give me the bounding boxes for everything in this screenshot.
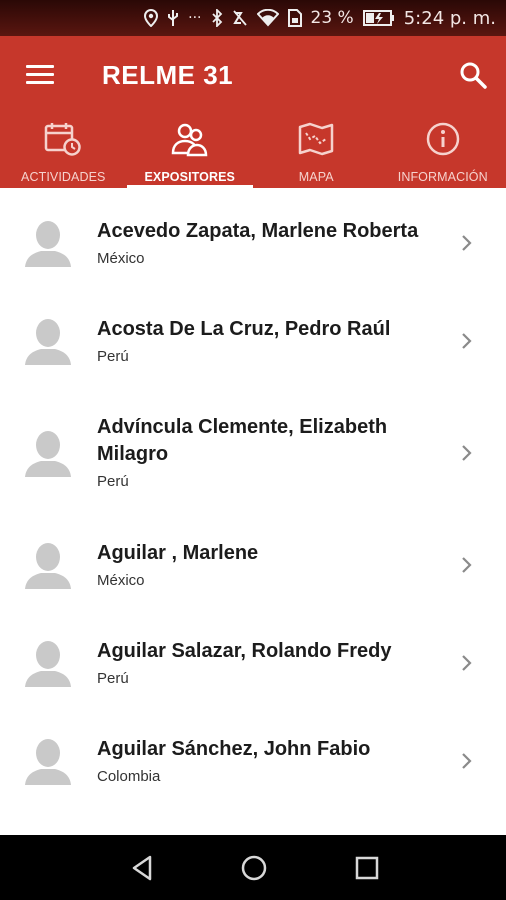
- search-icon[interactable]: [458, 60, 488, 90]
- speaker-name: Aguilar Sánchez, John Fabio: [97, 738, 371, 760]
- speaker-name-continued: Milagro: [97, 443, 169, 465]
- mute-icon: [232, 10, 247, 26]
- avatar-placeholder-icon: [25, 543, 71, 589]
- speaker-name: Advíncula Clemente, Elizabeth: [97, 416, 388, 438]
- speaker-country: Perú: [97, 348, 129, 365]
- tab-label: ACTIVIDADES: [21, 170, 106, 184]
- info-icon: [426, 122, 459, 156]
- menu-icon: [26, 65, 54, 68]
- tab-bar: ACTIVIDADES EXPOSITORES MAPA INFORMACIÓN: [0, 118, 506, 188]
- speaker-name: Aguilar , Marlene: [97, 542, 259, 564]
- speaker-name: Acevedo Zapata, Marlene Roberta: [97, 220, 419, 242]
- sim-icon: [287, 9, 302, 27]
- avatar-placeholder-icon: [25, 319, 71, 365]
- bluetooth-icon: [211, 9, 222, 27]
- list-item[interactable]: Aguilar Sánchez, John Fabio Colombia: [0, 706, 506, 804]
- avatar-placeholder-icon: [25, 641, 71, 687]
- list-item[interactable]: Acosta De La Cruz, Pedro Raúl Perú: [0, 286, 506, 384]
- tab-label: INFORMACIÓN: [397, 170, 488, 184]
- home-icon[interactable]: [239, 853, 269, 883]
- speaker-name: Aguilar Salazar, Rolando Fredy: [97, 640, 392, 662]
- tab-actividades[interactable]: ACTIVIDADES: [0, 118, 127, 188]
- status-bar: ··· 23 % 5:24 p. m.: [0, 0, 506, 36]
- tab-informacion[interactable]: INFORMACIÓN: [380, 118, 506, 188]
- tab-mapa[interactable]: MAPA: [253, 118, 380, 188]
- people-icon: [171, 123, 208, 157]
- wifi-icon: [256, 9, 279, 27]
- speaker-country: Perú: [97, 473, 129, 490]
- chevron-right-icon: [462, 333, 472, 349]
- list-item[interactable]: Aguilar , Marlene México: [0, 510, 506, 608]
- speaker-country: México: [97, 250, 145, 267]
- speaker-country: Perú: [97, 670, 129, 687]
- tab-expositores[interactable]: EXPOSITORES: [127, 118, 254, 188]
- battery-percent: 23 %: [310, 8, 354, 28]
- navigation-bar: [0, 835, 506, 900]
- battery-icon: [362, 10, 394, 26]
- chevron-right-icon: [462, 557, 472, 573]
- recents-icon[interactable]: [352, 853, 382, 883]
- chevron-right-icon: [462, 655, 472, 671]
- status-icons: ··· 23 % 5:24 p. m.: [144, 0, 496, 36]
- more-icon: ···: [188, 10, 202, 26]
- menu-button[interactable]: [26, 63, 54, 87]
- status-time: 5:24 p. m.: [403, 7, 496, 29]
- list-item[interactable]: Aguilar Salazar, Rolando Fredy Perú: [0, 608, 506, 706]
- speaker-country: México: [97, 572, 145, 589]
- list-item[interactable]: Advíncula Clemente, Elizabeth Milagro Pe…: [0, 384, 506, 510]
- chevron-right-icon: [462, 235, 472, 251]
- calendar-clock-icon: [45, 123, 81, 156]
- list-item[interactable]: Acevedo Zapata, Marlene Roberta México: [0, 188, 506, 286]
- speaker-country: Colombia: [97, 768, 161, 785]
- app-title: RELME 31: [102, 60, 234, 90]
- map-icon: [299, 122, 334, 156]
- usb-icon: [168, 10, 179, 26]
- avatar-placeholder-icon: [25, 221, 71, 267]
- chevron-right-icon: [462, 753, 472, 769]
- tab-label: MAPA: [298, 170, 334, 184]
- tab-label: EXPOSITORES: [144, 170, 235, 184]
- chevron-right-icon: [462, 445, 472, 461]
- app-bar: RELME 31 ACTIVIDADES EXPOSITORES MAPA IN…: [0, 36, 506, 188]
- speaker-name: Acosta De La Cruz, Pedro Raúl: [97, 318, 391, 340]
- back-icon[interactable]: [128, 853, 158, 883]
- avatar-placeholder-icon: [25, 739, 71, 785]
- location-icon: [144, 9, 159, 27]
- avatar-placeholder-icon: [25, 431, 71, 477]
